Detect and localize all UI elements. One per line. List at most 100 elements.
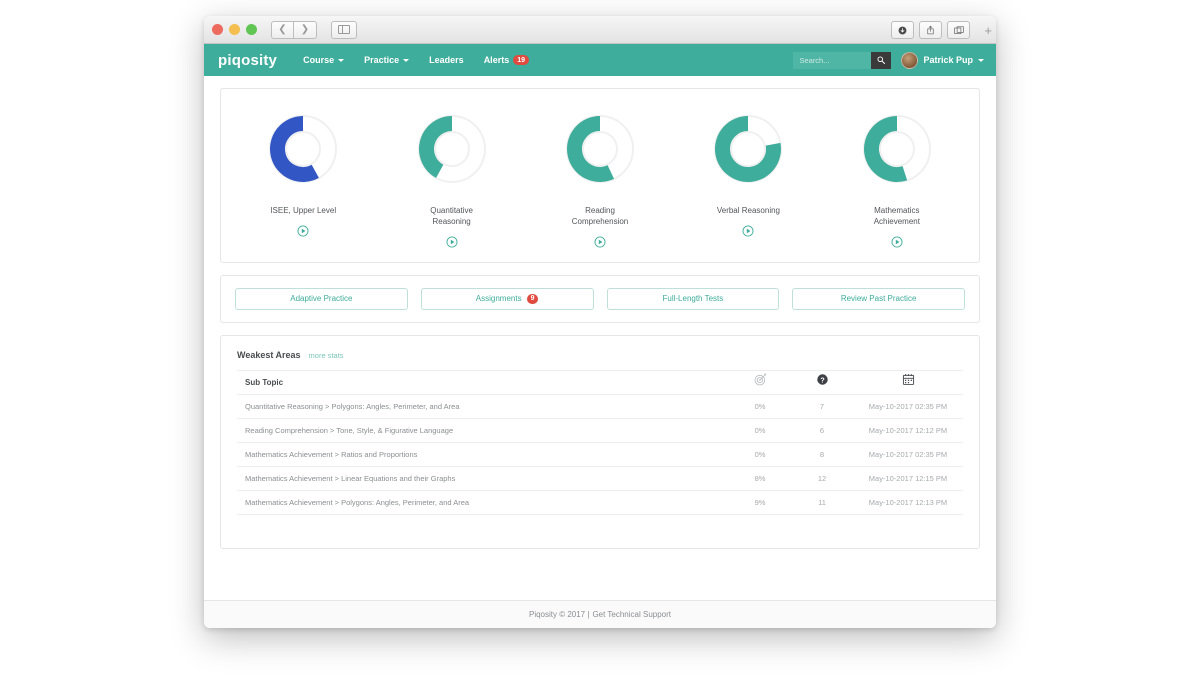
footer-copyright: Piqosity © 2017 | [528,610,590,619]
play-circle-icon[interactable] [742,225,754,237]
column-header-accuracy[interactable] [729,369,791,395]
play-circle-icon[interactable] [446,236,458,248]
donut-label-line: Quantitative [430,206,473,215]
quick-actions-card: Adaptive Practice Assignments 9 Full-Length… [220,274,980,323]
column-header-questions[interactable]: ? [791,369,853,395]
search-submit-button[interactable] [871,51,892,69]
cell-date: May-10-2017 02:35 PM [853,393,963,419]
back-button[interactable]: ❮ [271,20,294,39]
donut-chart [855,107,939,191]
play-circle-icon[interactable] [297,225,309,237]
cell-sub-topic: Reading Comprehension > Tone, Style, & F… [237,417,729,443]
tab-overview-icon [953,25,964,34]
cell-sub-topic: Quantitative Reasoning > Polygons: Angle… [237,393,729,419]
share-icon [927,25,934,35]
table-row[interactable]: Quantitative Reasoning > Polygons: Angle… [237,393,963,419]
share-button[interactable] [919,21,942,39]
donut-chart-label: ISEE, Upper Level [270,206,336,217]
donut-label-line: Achievement [873,216,920,226]
nav-item-leaders[interactable]: Leaders [429,55,464,65]
site-navbar: piqosity Course Practice Leaders Alerts … [204,44,996,76]
donut-chart [558,107,642,191]
donut-inner-ring [730,131,767,167]
brand-logo[interactable]: piqosity [218,52,277,69]
donut-chart [261,107,345,191]
donut-chart-item: ISEE, Upper Level [229,107,377,248]
donut-chart-item: Quantitative Reasoning [377,107,525,248]
column-header-date[interactable] [853,369,963,395]
table-row[interactable]: Mathematics Achievement > Linear Equatio… [237,465,963,491]
action-button[interactable]: Review Past Practice [792,287,965,310]
primary-nav: Course Practice Leaders Alerts 19 [303,55,529,65]
action-button[interactable]: Assignments 9 [420,287,594,310]
donut-inner-ring [285,131,322,167]
donut-inner-ring [878,131,915,167]
browser-window: ❮ ❯ + piqosity Course Practice Leaders A… [204,16,996,628]
table-body: Quantitative Reasoning > Polygons: Angle… [237,393,963,515]
download-button[interactable] [891,21,914,39]
close-window-button[interactable] [212,24,223,35]
nav-item-alerts[interactable]: Alerts 19 [484,55,529,65]
donut-label-line: Reading [585,206,615,215]
user-menu[interactable]: Patrick Pup [901,51,984,69]
user-name-label: Patrick Pup [923,55,973,65]
cell-questions: 12 [791,465,853,491]
browser-nav-buttons: ❮ ❯ [271,20,317,39]
action-button[interactable]: Adaptive Practice [235,287,408,310]
weakest-areas-table: Sub Topic ? Quantitative Reasoning > Pol… [237,369,963,515]
more-stats-link[interactable]: more stats [309,351,344,360]
action-button-badge: 9 [526,293,539,304]
weakest-areas-title: Weakest Areas [237,349,301,360]
column-header-sub-topic[interactable]: Sub Topic [237,369,729,395]
cell-accuracy: 9% [729,489,791,515]
donut-chart-label: Reading Comprehension [572,206,628,228]
action-button-label: Review Past Practice [840,294,917,304]
donut-value-arc [270,116,320,182]
cell-questions: 7 [791,393,853,419]
forward-button[interactable]: ❯ [294,20,317,39]
calendar-icon [902,374,914,386]
cell-accuracy: 8% [729,465,791,491]
play-circle-icon[interactable] [594,236,606,248]
donut-inner-ring [433,131,470,167]
cell-date: May-10-2017 02:35 PM [853,441,963,467]
donut-chart-item: Verbal Reasoning [674,107,822,248]
nav-item-practice[interactable]: Practice [364,55,410,65]
new-tab-button[interactable]: + [984,16,992,44]
chevron-down-icon [338,58,345,62]
action-button[interactable]: Full-Length Tests [606,287,780,310]
web-page: piqosity Course Practice Leaders Alerts … [204,44,996,628]
cell-questions: 6 [791,417,853,443]
search-icon [877,56,886,64]
play-circle-icon[interactable] [891,236,903,248]
table-row[interactable]: Reading Comprehension > Tone, Style, & F… [237,417,963,443]
question-circle-icon: ? [816,374,828,385]
donut-label-line: Verbal Reasoning [716,206,780,215]
donut-label-line: Mathematics [874,206,920,215]
cell-accuracy: 0% [729,417,791,443]
cell-date: May-10-2017 12:12 PM [853,417,963,443]
donut-chart-label: Verbal Reasoning [717,206,780,217]
donut-value-arc [418,116,453,178]
cell-questions: 8 [791,441,853,467]
sidebar-toggle-button[interactable] [331,20,357,39]
minimize-window-button[interactable] [229,24,240,35]
donut-value-arc [863,116,908,182]
course-progress-card: ISEE, Upper Level Quantitative Reasoning Re… [220,88,980,263]
table-row[interactable]: Mathematics Achievement > Ratios and Pro… [237,441,963,467]
action-button-label: Assignments [475,294,522,304]
page-footer: Piqosity © 2017 | Get Technical Support [204,600,996,628]
page-content: ISEE, Upper Level Quantitative Reasoning Re… [204,76,996,549]
cell-sub-topic: Mathematics Achievement > Ratios and Pro… [237,441,729,467]
nav-item-leaders-label: Leaders [429,55,464,65]
cell-sub-topic: Mathematics Achievement > Polygons: Angl… [237,489,729,515]
nav-item-course[interactable]: Course [303,55,345,65]
search-input[interactable] [793,51,872,69]
show-tabs-button[interactable] [947,21,970,39]
svg-text:?: ? [820,376,824,384]
browser-titlebar: ❮ ❯ + [204,16,996,44]
nav-item-alerts-label: Alerts [483,55,510,65]
table-row[interactable]: Mathematics Achievement > Polygons: Angl… [237,489,963,515]
maximize-window-button[interactable] [246,24,257,35]
technical-support-link[interactable]: Get Technical Support [592,610,671,619]
